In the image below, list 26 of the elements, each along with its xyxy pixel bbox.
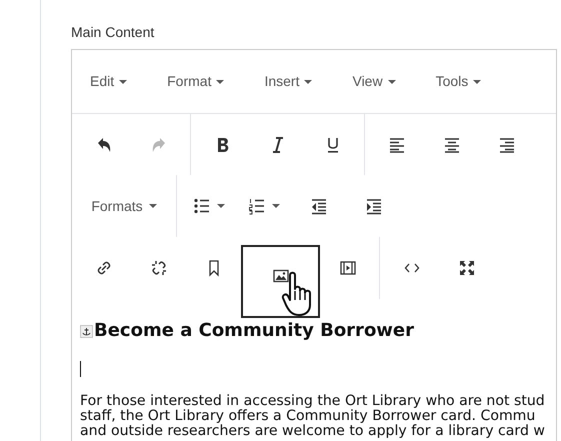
anchor-icon [80, 324, 93, 338]
numbered-list-icon [248, 197, 266, 215]
toolbar-button[interactable]: Formats [76, 184, 172, 228]
menu-button[interactable]: Tools [426, 67, 492, 96]
align-center-icon [442, 136, 460, 154]
menu-button[interactable]: Insert [254, 67, 322, 96]
fullscreen-icon [458, 259, 476, 277]
paragraph-line: For those interested in accessing the Ort Library who are not stud [80, 394, 545, 409]
film-icon [338, 259, 356, 277]
align-right-icon [498, 136, 516, 154]
align-left-icon [388, 136, 406, 154]
menu-button[interactable]: View [342, 67, 406, 96]
broken-link-icon [150, 259, 168, 277]
bulleted-list-icon [192, 197, 210, 215]
paragraph-line: staff, the Ort Library offers a Community Borrower card. Commu [80, 409, 536, 424]
menu-button[interactable]: Edit [80, 67, 138, 96]
paragraph-line: and outside researchers are welcome to apply for a library card w [80, 424, 545, 439]
indent-icon [364, 197, 382, 215]
rich-text-editor[interactable] [71, 49, 557, 441]
text-cursor [80, 361, 81, 377]
toolbar-button[interactable] [241, 245, 320, 318]
outdent-icon [310, 197, 328, 215]
image-icon [272, 267, 290, 285]
field-label: Main Content [71, 23, 154, 41]
heading: Become a Community Borrower [94, 319, 414, 343]
menu-button[interactable]: Format [157, 67, 234, 96]
